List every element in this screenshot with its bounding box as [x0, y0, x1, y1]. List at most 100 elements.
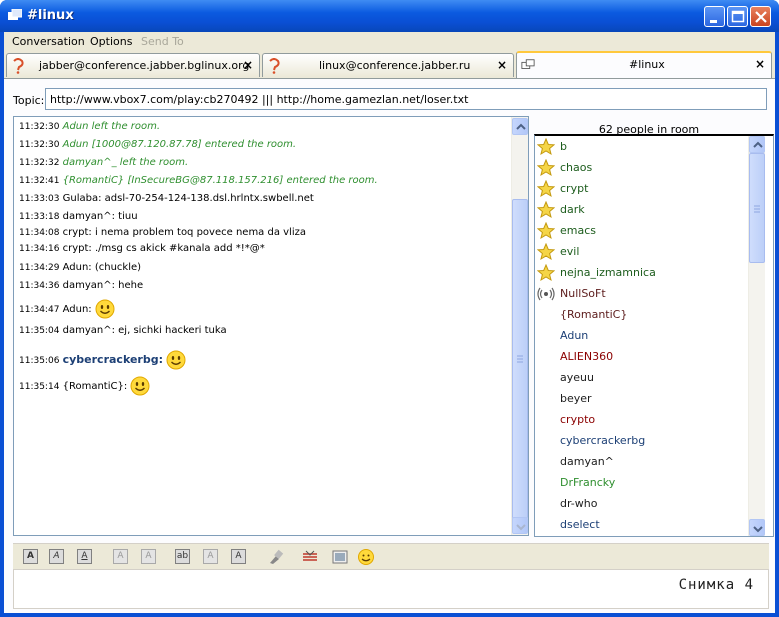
italic-icon[interactable]: A — [49, 549, 64, 564]
roster-scrollbar[interactable] — [748, 136, 765, 536]
scroll-up-button[interactable] — [512, 118, 528, 135]
menu-options[interactable]: Options — [90, 35, 132, 48]
tab-bglinux[interactable]: jabber@conference.jabber.bglinux.org × — [6, 53, 260, 77]
star-icon — [537, 264, 555, 282]
message-timestamp: 11:35:06 — [19, 356, 60, 366]
chat-message: 11:32:41 {RomantiC} [InSecureBG@87.118.1… — [19, 175, 378, 186]
grip-icon — [517, 355, 523, 363]
topic-label: Topic: — [13, 94, 45, 107]
member-item[interactable]: crypto — [560, 413, 595, 426]
grip-icon — [754, 205, 760, 213]
minimize-button[interactable] — [704, 6, 725, 27]
chevron-up-icon — [753, 141, 763, 148]
message-text: ./msg cs akick #kanala add *!*@* — [94, 243, 265, 254]
app-window: #linux Conversation Options Send To jabb… — [0, 0, 779, 617]
chat-message: 11:33:03 Gulaba: adsl-70-254-124-138.dsl… — [19, 193, 314, 204]
menu-conversation[interactable]: Conversation — [12, 35, 85, 48]
message-nick[interactable]: Gulaba: — [63, 193, 102, 204]
message-text: ej, sichki hackeri tuka — [118, 325, 227, 336]
message-nick[interactable]: Adun: — [63, 304, 92, 315]
message-nick[interactable]: damyan^: — [63, 280, 115, 291]
formatting-toolbar: A A A A Aab A A — [13, 543, 769, 569]
message-nick[interactable]: {RomantiC}: — [63, 381, 128, 392]
member-item[interactable]: emacs — [560, 224, 596, 237]
message-nick[interactable]: Adun: — [63, 262, 92, 273]
member-item[interactable]: b — [560, 140, 567, 153]
client-area: Conversation Options Send To jabber@conf… — [4, 32, 775, 613]
conversation-tabs: jabber@conference.jabber.bglinux.org × l… — [4, 51, 775, 78]
member-item[interactable]: beyer — [560, 392, 592, 405]
member-item[interactable]: ALIEN360 — [560, 350, 613, 363]
tab-close-button[interactable]: × — [243, 58, 253, 72]
member-item[interactable]: crypt — [560, 182, 588, 195]
system-message-text: Adun left the room. — [62, 121, 161, 132]
member-item[interactable]: chaos — [560, 161, 592, 174]
member-item[interactable]: damyan^ — [560, 455, 614, 468]
insert-image-icon[interactable] — [331, 548, 349, 566]
star-icon — [537, 180, 555, 198]
message-text: (chuckle) — [94, 262, 142, 273]
chat-message: 11:35:14 {RomantiC}: — [19, 376, 150, 396]
insert-smiley-icon[interactable] — [357, 548, 375, 566]
member-list[interactable]: b chaos crypt dark emacs evil nejna_izmamnica N… — [534, 134, 774, 537]
chat-scrollbar[interactable] — [511, 117, 528, 535]
maximize-icon — [731, 10, 745, 23]
member-item[interactable]: Adun — [560, 329, 588, 342]
normal-size-icon[interactable]: A — [141, 549, 156, 564]
font-face-icon[interactable]: ab — [175, 549, 190, 564]
scroll-thumb[interactable] — [512, 199, 528, 519]
tab-close-button[interactable]: × — [755, 57, 765, 71]
scroll-down-button[interactable] — [512, 517, 528, 534]
star-icon — [537, 159, 555, 177]
scroll-up-button[interactable] — [749, 136, 765, 153]
underline-icon[interactable]: A — [77, 549, 92, 564]
message-timestamp: 11:32:32 — [19, 158, 60, 168]
maximize-button[interactable] — [727, 6, 748, 27]
menu-bar: Conversation Options Send To — [4, 32, 775, 52]
tab-label: #linux — [629, 58, 665, 71]
scroll-down-button[interactable] — [749, 519, 765, 536]
message-nick[interactable]: crypt: — [63, 227, 92, 238]
chevron-down-icon — [516, 524, 526, 531]
menu-send-to[interactable]: Send To — [141, 35, 184, 48]
foreground-color-icon[interactable]: A — [203, 549, 218, 564]
close-window-button[interactable] — [750, 6, 771, 27]
member-item[interactable]: cybercrackerbg — [560, 434, 645, 447]
system-message-text: Adun [1000@87.120.87.78] entered the roo… — [62, 139, 297, 150]
member-item[interactable]: dselect — [560, 518, 600, 531]
message-timestamp: 11:33:03 — [19, 194, 60, 204]
smiley-emoticon-icon — [95, 299, 115, 319]
tab-label: linux@conference.jabber.ru — [319, 59, 471, 72]
bold-icon[interactable]: A — [23, 549, 38, 564]
chat-log[interactable]: 11:32:30 Adun left the room. 11:32:30 Adu… — [13, 116, 529, 536]
message-nick[interactable]: crypt: — [63, 243, 92, 254]
scroll-thumb[interactable] — [749, 153, 765, 263]
message-timestamp: 11:35:14 — [19, 382, 60, 392]
tab-close-button[interactable]: × — [497, 58, 507, 72]
clear-formatting-icon[interactable] — [267, 548, 285, 566]
tab-jabber-ru[interactable]: linux@conference.jabber.ru × — [262, 53, 514, 77]
chat-message: 11:32:30 Adun left the room. — [19, 121, 160, 132]
message-input[interactable]: Снимка 4 — [13, 569, 769, 609]
close-icon — [755, 11, 767, 23]
member-item[interactable]: nejna_izmamnica — [560, 266, 656, 279]
member-item[interactable]: ayeuu — [560, 371, 594, 384]
decrease-size-icon[interactable]: A — [113, 549, 128, 564]
message-nick[interactable]: damyan^: — [63, 325, 115, 336]
minimize-icon — [710, 20, 717, 23]
member-item[interactable]: dark — [560, 203, 585, 216]
message-nick[interactable]: cybercrackerbg: — [63, 353, 163, 366]
tab-linux[interactable]: #linux × — [516, 51, 772, 78]
message-timestamp: 11:34:36 — [19, 281, 60, 291]
member-item[interactable]: dr-who — [560, 497, 597, 510]
background-color-icon[interactable]: A — [231, 549, 246, 564]
member-item[interactable]: evil — [560, 245, 579, 258]
message-nick[interactable]: damyan^: — [63, 211, 115, 222]
title-bar[interactable]: #linux — [0, 0, 779, 32]
insert-link-icon[interactable] — [301, 548, 319, 566]
message-timestamp: 11:34:16 — [19, 244, 60, 254]
member-item[interactable]: DrFrancky — [560, 476, 615, 489]
member-item[interactable]: NullSoFt — [560, 287, 606, 300]
member-item[interactable]: {RomantiC} — [560, 308, 627, 321]
topic-field[interactable]: http://www.vbox7.com/play:cb270492 ||| h… — [45, 88, 767, 110]
